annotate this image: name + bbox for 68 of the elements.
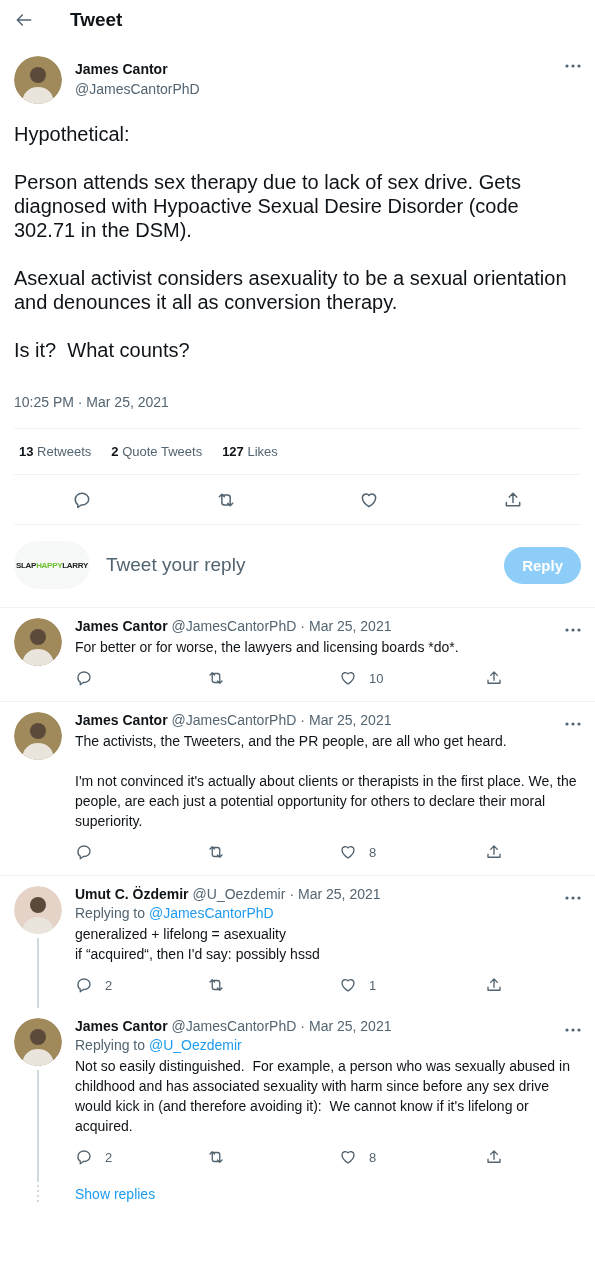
author-name[interactable]: Umut C. Özdemir: [75, 886, 189, 902]
heart-icon: [339, 843, 357, 861]
stat-link[interactable]: 2 Quote Tweets: [111, 444, 203, 459]
author-name[interactable]: James Cantor: [75, 618, 168, 634]
reply-text: The activists, the Tweeters, and the PR people, are all who get heard.: [75, 732, 508, 751]
more-icon[interactable]: [565, 896, 581, 900]
replying-to-text: Replying to @U_Oezdemir: [75, 1037, 243, 1053]
share-icon: [485, 843, 503, 861]
tweet-date[interactable]: Mar 25, 2021: [308, 1018, 392, 1034]
heart-icon: [339, 976, 357, 994]
stat-link[interactable]: 13 Retweets: [19, 444, 92, 459]
reply-count: 2: [105, 1149, 113, 1165]
reply-text: For better or for worse, the lawyers and licensing boards *do*.: [75, 638, 460, 657]
separator: ·: [289, 886, 295, 902]
comment-icon: [75, 1148, 93, 1166]
author-handle[interactable]: @JamesCantorPhD: [75, 81, 552, 97]
account-logo: SLAPHAPPYLARRY: [14, 541, 90, 589]
avatar[interactable]: [14, 618, 62, 666]
page-title: Tweet: [70, 9, 123, 31]
avatar[interactable]: [14, 1018, 62, 1066]
avatar[interactable]: [14, 712, 62, 760]
reply-count: 2: [105, 977, 113, 993]
retweet-icon: [207, 976, 225, 994]
share-icon: [485, 669, 503, 687]
author-handle[interactable]: @JamesCantorPhD: [171, 1018, 297, 1034]
author-handle[interactable]: @JamesCantorPhD: [171, 712, 297, 728]
more-icon[interactable]: [565, 64, 581, 68]
reply-text: I'm not convinced it's actually about clients or therapists in the first place. We, the people, are each just a potential opportunity for others to declare their moral superiority.: [75, 772, 578, 831]
like-count: 8: [369, 1149, 377, 1165]
like-count: 8: [369, 844, 377, 860]
comment-icon: [75, 976, 93, 994]
tweet-date[interactable]: Mar 25, 2021: [308, 618, 392, 634]
separator: ·: [300, 1018, 305, 1034]
avatar[interactable]: [14, 886, 62, 934]
retweet-icon: [207, 669, 225, 687]
tweet-text: Hypothetical:: [14, 122, 131, 146]
tweet-text: Is it? What counts?: [14, 338, 191, 362]
reply-text: Not so easily distinguished. For example, a person who was sexually abused in childhood and has associated sexuality with harm since before any sex drive would kick in (and therefore avoiding it): We cannot know if it's lifelong or acquired.: [75, 1057, 571, 1136]
timestamp[interactable]: 10:25 PM · Mar 25, 2021: [14, 386, 169, 428]
retweet-icon: [207, 1148, 225, 1166]
heart-icon: [339, 1148, 357, 1166]
separator: ·: [300, 712, 305, 728]
more-icon[interactable]: [565, 628, 581, 632]
reply-field[interactable]: Tweet your reply: [102, 550, 493, 580]
retweet-icon: [207, 843, 225, 861]
avatar[interactable]: [14, 56, 62, 104]
separator: ·: [300, 618, 305, 634]
tweet-text: Asexual activist considers asexuality to be a sexual orientation and denounces it all as conversion therapy.: [14, 266, 568, 314]
author-name[interactable]: James Cantor: [75, 712, 168, 728]
more-icon[interactable]: [565, 722, 581, 726]
author-handle[interactable]: @JamesCantorPhD: [171, 618, 297, 634]
like-count: 10: [369, 670, 384, 686]
comment-icon: [75, 843, 93, 861]
tweet-text: Person attends sex therapy due to lack of sex drive. Gets diagnosed with Hypoactive Sexual Desire Disorder (code 302.71 in the DSM).: [14, 170, 522, 242]
reply-text: generalized + lifelong = asexuality if “acquired“, then I'd say: possibly hssd: [75, 925, 321, 964]
more-icon[interactable]: [565, 1028, 581, 1032]
author-name[interactable]: James Cantor: [75, 61, 552, 77]
like-count: 1: [369, 977, 377, 993]
tweet-date[interactable]: Mar 25, 2021: [308, 712, 392, 728]
heart-icon: [339, 669, 357, 687]
author-name[interactable]: James Cantor: [75, 1018, 168, 1034]
author-handle[interactable]: @U_Oezdemir: [192, 886, 286, 902]
tweet-date[interactable]: Mar 25, 2021: [298, 886, 381, 902]
share-icon: [485, 1148, 503, 1166]
share-icon: [485, 976, 503, 994]
stat-link[interactable]: 127 Likes: [222, 444, 278, 459]
comment-icon: [75, 669, 93, 687]
replying-to-text: Replying to @JamesCantorPhD: [75, 905, 275, 921]
